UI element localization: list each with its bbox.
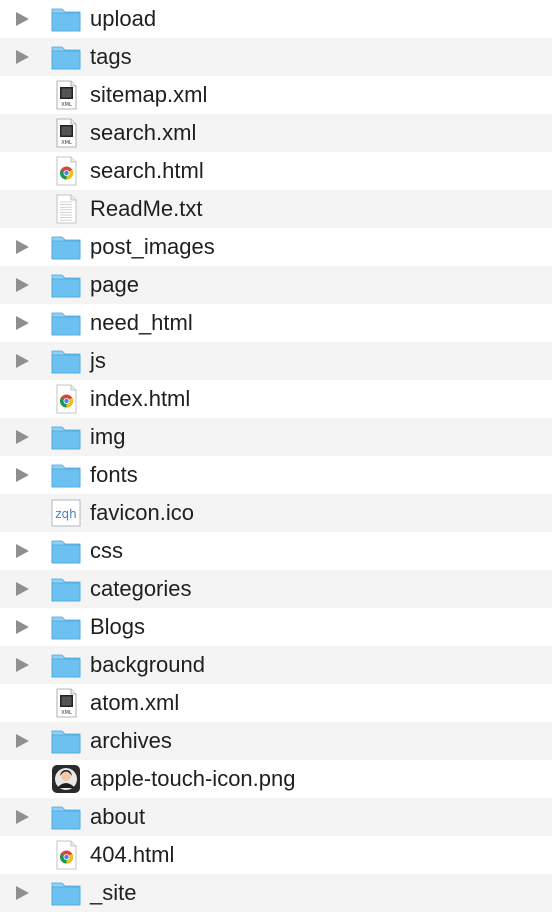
folder-row-archives[interactable]: archives bbox=[0, 722, 552, 760]
item-name-label: page bbox=[90, 272, 139, 297]
item-name-label: archives bbox=[90, 728, 172, 753]
folder-row-post-images[interactable]: post_images bbox=[0, 228, 552, 266]
item-name-label: js bbox=[90, 348, 106, 373]
disclosure-triangle-icon[interactable] bbox=[16, 278, 29, 292]
disclosure-triangle-icon[interactable] bbox=[16, 658, 29, 672]
svg-text:XML: XML bbox=[61, 710, 72, 716]
item-name-label: need_html bbox=[90, 310, 193, 335]
folder-row-fonts[interactable]: fonts bbox=[0, 456, 552, 494]
item-name-label: search.xml bbox=[90, 120, 197, 145]
item-name-label: sitemap.xml bbox=[90, 82, 208, 107]
finder-list-view: upload tags XML sitemap.xml XML search.x… bbox=[0, 0, 552, 920]
disclosure-triangle-icon[interactable] bbox=[16, 430, 29, 444]
svg-text:XML: XML bbox=[61, 140, 72, 146]
item-name-label: favicon.ico bbox=[90, 500, 194, 525]
item-name-label: _site bbox=[90, 880, 137, 905]
item-name-label: search.html bbox=[90, 158, 204, 183]
disclosure-triangle-icon[interactable] bbox=[16, 468, 29, 482]
folder-row-background[interactable]: background bbox=[0, 646, 552, 684]
item-name-label: categories bbox=[90, 576, 192, 601]
file-row-404-html[interactable]: 404.html bbox=[0, 836, 552, 874]
chrome-html-file-icon bbox=[50, 840, 82, 870]
text-file-icon bbox=[50, 194, 82, 224]
disclosure-triangle-icon[interactable] bbox=[16, 544, 29, 558]
item-name-label: css bbox=[90, 538, 123, 563]
folder-row-about[interactable]: about bbox=[0, 798, 552, 836]
xml-file-icon: XML bbox=[50, 688, 82, 718]
disclosure-triangle-icon[interactable] bbox=[16, 50, 29, 64]
folder-row--site[interactable]: _site bbox=[0, 874, 552, 912]
image-file-icon bbox=[50, 764, 82, 794]
item-name-label: background bbox=[90, 652, 205, 677]
folder-icon bbox=[50, 270, 82, 300]
disclosure-triangle-icon[interactable] bbox=[16, 12, 29, 26]
folder-icon bbox=[50, 536, 82, 566]
folder-row-tags[interactable]: tags bbox=[0, 38, 552, 76]
item-name-label: upload bbox=[90, 6, 157, 31]
folder-row-js[interactable]: js bbox=[0, 342, 552, 380]
disclosure-triangle-icon[interactable] bbox=[16, 734, 29, 748]
disclosure-triangle-icon[interactable] bbox=[16, 620, 29, 634]
folder-row-need-html[interactable]: need_html bbox=[0, 304, 552, 342]
disclosure-triangle-icon[interactable] bbox=[16, 354, 29, 368]
file-row-atom-xml[interactable]: XML atom.xml bbox=[0, 684, 552, 722]
file-row-search-html[interactable]: search.html bbox=[0, 152, 552, 190]
folder-row-img[interactable]: img bbox=[0, 418, 552, 456]
folder-icon bbox=[50, 4, 82, 34]
item-name-label: index.html bbox=[90, 386, 191, 411]
folder-icon bbox=[50, 42, 82, 72]
item-name-label: img bbox=[90, 424, 126, 449]
xml-file-icon: XML bbox=[50, 80, 82, 110]
file-row-favicon-ico[interactable]: zqh favicon.ico bbox=[0, 494, 552, 532]
folder-row-categories[interactable]: categories bbox=[0, 570, 552, 608]
file-row-apple-touch-icon-png[interactable]: apple-touch-icon.png bbox=[0, 760, 552, 798]
file-row-sitemap-xml[interactable]: XML sitemap.xml bbox=[0, 76, 552, 114]
folder-row-css[interactable]: css bbox=[0, 532, 552, 570]
chrome-html-file-icon bbox=[50, 156, 82, 186]
favicon-file-icon: zqh bbox=[50, 498, 82, 528]
item-name-label: about bbox=[90, 804, 146, 829]
folder-row-upload[interactable]: upload bbox=[0, 0, 552, 38]
item-name-label: 404.html bbox=[90, 842, 175, 867]
item-name-label: atom.xml bbox=[90, 690, 180, 715]
disclosure-triangle-icon[interactable] bbox=[16, 886, 29, 900]
svg-text:zqh: zqh bbox=[55, 507, 77, 521]
folder-icon bbox=[50, 650, 82, 680]
item-name-label: ReadMe.txt bbox=[90, 196, 203, 221]
disclosure-triangle-icon[interactable] bbox=[16, 582, 29, 596]
disclosure-triangle-icon[interactable] bbox=[16, 240, 29, 254]
folder-icon bbox=[50, 308, 82, 338]
folder-row-page[interactable]: page bbox=[0, 266, 552, 304]
folder-icon bbox=[50, 726, 82, 756]
item-name-label: tags bbox=[90, 44, 132, 69]
disclosure-triangle-icon[interactable] bbox=[16, 316, 29, 330]
disclosure-triangle-icon[interactable] bbox=[16, 810, 29, 824]
folder-icon bbox=[50, 612, 82, 642]
file-row-search-xml[interactable]: XML search.xml bbox=[0, 114, 552, 152]
folder-row-blogs[interactable]: Blogs bbox=[0, 608, 552, 646]
folder-icon bbox=[50, 574, 82, 604]
chrome-html-file-icon bbox=[50, 384, 82, 414]
folder-icon bbox=[50, 346, 82, 376]
item-name-label: Blogs bbox=[90, 614, 146, 639]
folder-icon bbox=[50, 802, 82, 832]
item-name-label: fonts bbox=[90, 462, 138, 487]
folder-icon bbox=[50, 878, 82, 908]
svg-text:XML: XML bbox=[61, 102, 72, 108]
folder-icon bbox=[50, 460, 82, 490]
folder-icon bbox=[50, 422, 82, 452]
xml-file-icon: XML bbox=[50, 118, 82, 148]
file-row-readme-txt[interactable]: ReadMe.txt bbox=[0, 190, 552, 228]
folder-icon bbox=[50, 232, 82, 262]
item-name-label: post_images bbox=[90, 234, 215, 259]
item-name-label: apple-touch-icon.png bbox=[90, 766, 296, 791]
file-row-index-html[interactable]: index.html bbox=[0, 380, 552, 418]
